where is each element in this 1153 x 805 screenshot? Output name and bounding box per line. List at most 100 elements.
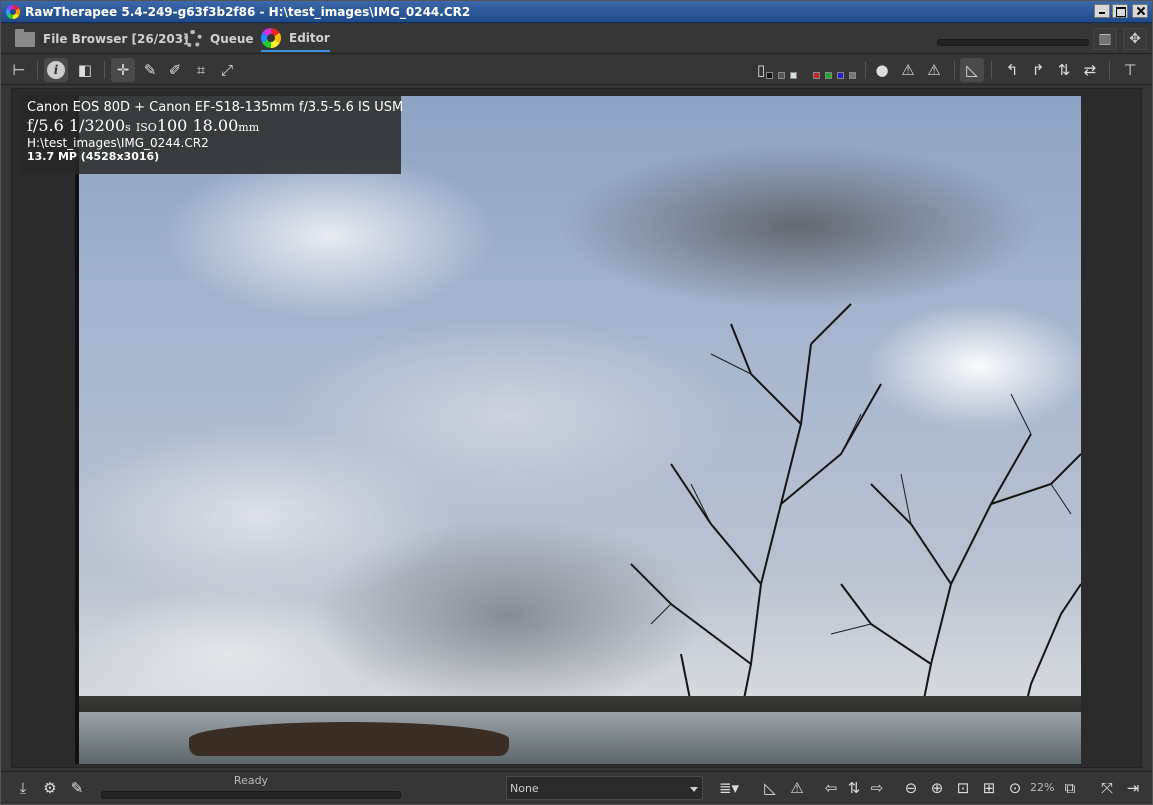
save-icon: ⤓: [19, 779, 27, 797]
intent-select[interactable]: ≣▾: [707, 775, 751, 801]
panel-left-icon: ⊢: [12, 61, 26, 79]
white-balance-picker-button[interactable]: ✎: [138, 58, 162, 82]
flip-vertical-icon: ⇅: [1057, 61, 1071, 79]
intent-icon: ≣▾: [718, 779, 740, 797]
move-arrows-icon: ✥: [1129, 31, 1141, 47]
external-editor-button[interactable]: ✎: [65, 775, 89, 801]
highlight-clipping-button[interactable]: ⚠: [922, 58, 946, 82]
shadow-clipping-button[interactable]: ⚠: [896, 58, 920, 82]
flip-horizontal-button[interactable]: ⇄: [1078, 58, 1102, 82]
exposure-info: f/5.6 1/3200s ISO100 18.00mm: [27, 116, 393, 135]
minimize-button[interactable]: [1094, 4, 1110, 18]
preview-image[interactable]: [75, 96, 1081, 764]
tab-file-browser[interactable]: File Browser [26/203]: [15, 26, 189, 52]
image-info-overlay: Canon EOS 80D + Canon EF-S18-135mm f/3.5…: [19, 94, 404, 174]
app-window: RawTherapee 5.4-249-g63f3b2f86 - H:\test…: [0, 0, 1153, 805]
toggle-filmstrip-button[interactable]: ▥: [1093, 28, 1117, 50]
panel-right-icon: ⇥: [1126, 779, 1140, 797]
rotate-icon: ⤢: [220, 61, 233, 79]
eyedropper-icon: ✎: [143, 61, 157, 79]
gamut-icon: ◺: [966, 61, 978, 79]
sync-filebrowser-button[interactable]: ⇅: [842, 775, 866, 801]
focal-unit: mm: [238, 121, 260, 134]
rotate-left-icon: ↰: [1005, 61, 1019, 79]
previous-image-button[interactable]: ⇦: [819, 775, 843, 801]
tab-label: File Browser [26/203]: [43, 32, 189, 46]
fullscreen-toggle-button[interactable]: ✥: [1123, 28, 1147, 50]
editor-main: [1, 86, 1152, 770]
image-viewport[interactable]: [11, 88, 1142, 768]
window-title: RawTherapee 5.4-249-g63f3b2f86 - H:\test…: [25, 5, 471, 19]
zoom-fit-crop-button[interactable]: ⊞: [977, 775, 1001, 801]
before-after-button[interactable]: ◧: [73, 58, 97, 82]
crop-tool-button[interactable]: ⌗: [189, 58, 213, 82]
sync-icon: ⇅: [847, 779, 861, 797]
soft-proof-button[interactable]: ◺: [758, 775, 782, 801]
chevron-down-icon: [690, 787, 698, 792]
preview-luminance-channel[interactable]: [849, 72, 856, 79]
expand-icon: ⤧: [1100, 779, 1113, 797]
zoom-fit-button[interactable]: ⊡: [951, 775, 975, 801]
folder-icon: [15, 28, 35, 47]
hide-toolpanel-button[interactable]: ⊤: [1118, 58, 1142, 82]
preview-gray-swatch[interactable]: [778, 72, 785, 79]
zoom-out-button[interactable]: ⊖: [899, 775, 923, 801]
detail-window-icon: ⧉: [1064, 779, 1076, 797]
preview-white-swatch[interactable]: [790, 72, 797, 79]
save-image-button[interactable]: ⤓: [11, 775, 35, 801]
crop-icon: ⌗: [196, 61, 206, 79]
maximize-button[interactable]: [1112, 4, 1128, 18]
rotate-right-button[interactable]: ↱: [1026, 58, 1050, 82]
gear-icon: ⚙: [43, 779, 57, 797]
tab-queue[interactable]: Queue: [184, 26, 254, 52]
rotate-left-button[interactable]: ↰: [1000, 58, 1024, 82]
preview-mode-icon: ▯: [756, 61, 766, 79]
color-picker-icon: ✐: [168, 61, 182, 79]
rotate-right-icon: ↱: [1031, 61, 1045, 79]
zoom-fit-icon: ⊡: [956, 779, 970, 797]
flip-horizontal-icon: ⇄: [1083, 61, 1097, 79]
soft-proof-icon: ◺: [764, 779, 776, 797]
status-progress-bar: [101, 791, 401, 799]
gamut-warning-button[interactable]: ⚠: [785, 775, 809, 801]
palette-icon: ✎: [70, 779, 84, 797]
gamut-warning-icon: ⚠: [790, 779, 804, 797]
zoom-level: 22%: [1030, 781, 1055, 794]
gamut-check-button[interactable]: ◺: [960, 58, 984, 82]
next-image-button[interactable]: ⇨: [865, 775, 889, 801]
hide-right-panel-button[interactable]: ⇥: [1121, 775, 1145, 801]
preview-black-swatch[interactable]: [766, 72, 773, 79]
new-detail-window-button[interactable]: ⧉: [1058, 775, 1082, 801]
status-text: Ready: [233, 774, 269, 787]
zoom-in-button[interactable]: ⊕: [925, 775, 949, 801]
warning-icon: ⚠: [927, 61, 941, 79]
color-picker-button[interactable]: ✐: [163, 58, 187, 82]
camera-lens-info: Canon EOS 80D + Canon EF-S18-135mm f/3.5…: [27, 100, 404, 115]
straighten-tool-button[interactable]: ⤢: [215, 58, 239, 82]
arrow-right-icon: ⇨: [870, 779, 884, 797]
panel-top-icon: ⊤: [1123, 61, 1137, 79]
send-to-queue-button[interactable]: ⚙: [38, 775, 62, 801]
hand-tool-button[interactable]: ✛: [111, 58, 135, 82]
crosshair-icon: ✛: [116, 61, 130, 79]
hide-history-button[interactable]: ⊢: [7, 58, 31, 82]
preview-red-channel[interactable]: [813, 72, 820, 79]
focus-mask-button[interactable]: ●: [870, 58, 894, 82]
focal-value: 18.00: [192, 116, 239, 135]
flip-vertical-button[interactable]: ⇅: [1052, 58, 1076, 82]
preview-green-channel[interactable]: [825, 72, 832, 79]
preview-blue-channel[interactable]: [837, 72, 844, 79]
zoom-fit-crop-icon: ⊞: [982, 779, 996, 797]
fullscreen-button[interactable]: ⤧: [1095, 775, 1119, 801]
tab-label: Queue: [210, 32, 254, 46]
resolution-info: 13.7 MP (4528x3016): [27, 150, 160, 163]
main-tabs: File Browser [26/203] Queue Editor ▥ ✥: [1, 24, 1152, 54]
info-toggle-button[interactable]: i: [44, 58, 68, 82]
tab-editor[interactable]: Editor: [261, 26, 330, 52]
columns-icon: ▥: [1098, 31, 1112, 47]
island-shrubs: [189, 722, 509, 756]
zoom-100-button[interactable]: ⊙: [1003, 775, 1027, 801]
close-button[interactable]: [1132, 4, 1148, 18]
iso-prefix: ISO: [135, 121, 157, 134]
output-profile-select[interactable]: None: [506, 776, 703, 800]
